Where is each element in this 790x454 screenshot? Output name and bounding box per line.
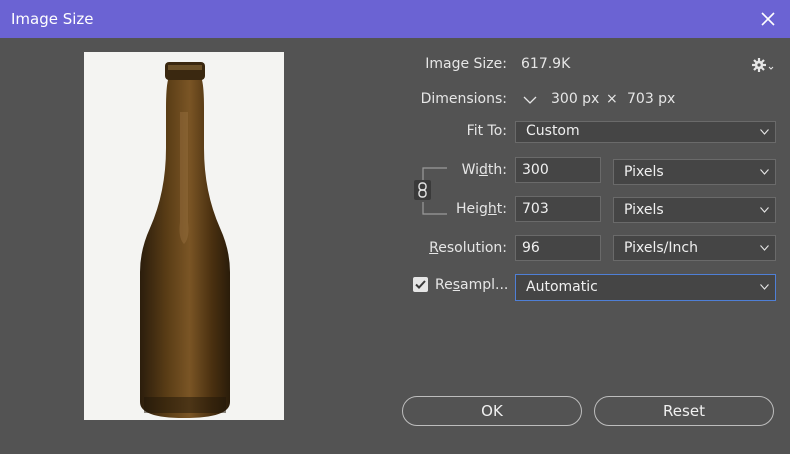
height-value: 703 [522, 201, 549, 217]
chevron-down-icon [523, 96, 537, 104]
settings-menu-button[interactable] [751, 56, 775, 74]
reset-button[interactable]: Reset [594, 396, 774, 426]
height-input[interactable]: 703 [515, 196, 601, 222]
width-unit-value: Pixels [624, 164, 664, 180]
resolution-unit-value: Pixels/Inch [624, 240, 698, 256]
resample-method-value: Automatic [526, 279, 598, 295]
title-bar: Image Size [0, 0, 790, 38]
image-size-label: Image Size: [425, 56, 507, 72]
fit-to-label: Fit To: [466, 123, 507, 139]
dimensions-times: × [606, 91, 618, 107]
image-size-value: 617.9K [521, 56, 571, 72]
fit-to-select[interactable]: Custom [515, 121, 776, 143]
resample-method-select[interactable]: Automatic [515, 274, 776, 301]
chevron-down-icon [760, 129, 769, 135]
width-label: Width: [461, 162, 507, 178]
resample-label: Resampl... [435, 277, 509, 293]
resolution-unit-select[interactable]: Pixels/Inch [613, 235, 776, 261]
resolution-label: Resolution: [429, 240, 507, 256]
gear-icon [752, 58, 774, 72]
constrain-proportions-toggle[interactable] [414, 180, 431, 200]
width-unit-select[interactable]: Pixels [613, 159, 776, 185]
image-preview[interactable] [84, 52, 284, 420]
width-input[interactable]: 300 [515, 157, 601, 183]
chevron-down-icon [760, 169, 769, 175]
fit-to-value: Custom [526, 123, 580, 139]
bottle-image [140, 62, 230, 418]
resample-checkbox[interactable] [413, 277, 428, 292]
link-icon [418, 182, 427, 198]
height-unit-select[interactable]: Pixels [613, 197, 776, 223]
close-button[interactable] [752, 4, 784, 34]
chevron-down-icon [760, 207, 769, 213]
checkmark-icon [415, 280, 426, 289]
ok-button[interactable]: OK [402, 396, 582, 426]
dimensions-width: 300 px [551, 91, 600, 107]
dimensions-dropdown[interactable] [521, 91, 539, 109]
chevron-down-icon [760, 284, 769, 290]
dimensions-label: Dimensions: [420, 91, 507, 107]
close-icon [761, 12, 775, 26]
height-label: Height: [455, 201, 507, 217]
dialog-title: Image Size [11, 10, 94, 28]
width-value: 300 [522, 162, 549, 178]
height-unit-value: Pixels [624, 202, 664, 218]
resolution-input[interactable]: 96 [515, 235, 601, 261]
resolution-value: 96 [522, 240, 540, 256]
dimensions-height: 703 px [627, 91, 676, 107]
chevron-down-icon [760, 245, 769, 251]
